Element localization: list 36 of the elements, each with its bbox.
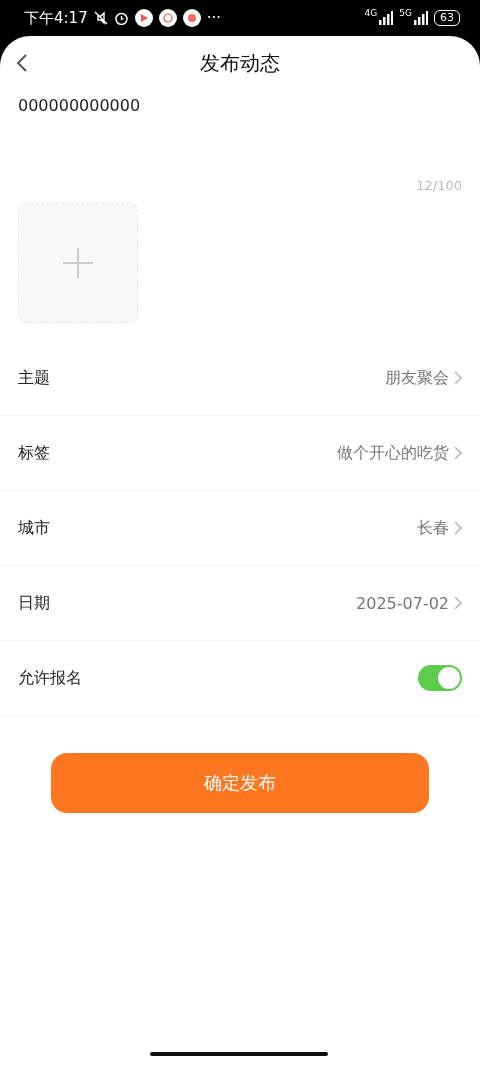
chevron-icon <box>453 446 462 460</box>
chevron-icon <box>453 371 462 385</box>
network-label: 5G <box>399 8 412 18</box>
chevron-icon <box>453 521 462 535</box>
plus-icon <box>63 248 93 278</box>
chevron-icon <box>453 596 462 610</box>
form-row[interactable]: 主题 朋友聚会 <box>0 341 480 416</box>
page-title: 发布动态 <box>200 49 280 77</box>
signal-icon <box>414 11 428 25</box>
alarm-icon <box>113 10 129 26</box>
back-icon[interactable] <box>16 53 28 73</box>
content-field[interactable]: 000000000000 <box>18 96 141 115</box>
app-icon <box>182 9 201 27</box>
toggle-switch[interactable] <box>418 665 462 691</box>
app-icon <box>158 9 177 27</box>
app-icon <box>134 9 153 27</box>
row-value: 做个开心的吃货 <box>337 442 449 464</box>
form-row[interactable]: 日期 2025-07-02 <box>0 566 480 641</box>
battery-level: 63 <box>434 10 460 26</box>
mute-icon <box>93 11 108 25</box>
row-label: 日期 <box>18 592 50 614</box>
status-time: 下午4:17 <box>24 8 88 28</box>
row-label: 标签 <box>18 442 50 464</box>
upload-box[interactable] <box>18 203 138 323</box>
row-label: 城市 <box>18 517 50 539</box>
form-row[interactable]: 标签 做个开心的吃货 <box>0 416 480 491</box>
row-value: 长春 <box>417 517 449 539</box>
char-counter: 12/100 <box>416 178 462 193</box>
row-value: 2025-07-02 <box>356 593 449 613</box>
form-row[interactable]: 城市 长春 <box>0 491 480 566</box>
row-label: 允许报名 <box>18 667 82 689</box>
network-label: 4G <box>364 8 378 18</box>
row-value: 朋友聚会 <box>385 367 449 389</box>
more-indicator: ··· <box>206 9 221 27</box>
row-label: 主题 <box>18 367 50 389</box>
signal-icon <box>379 11 394 25</box>
